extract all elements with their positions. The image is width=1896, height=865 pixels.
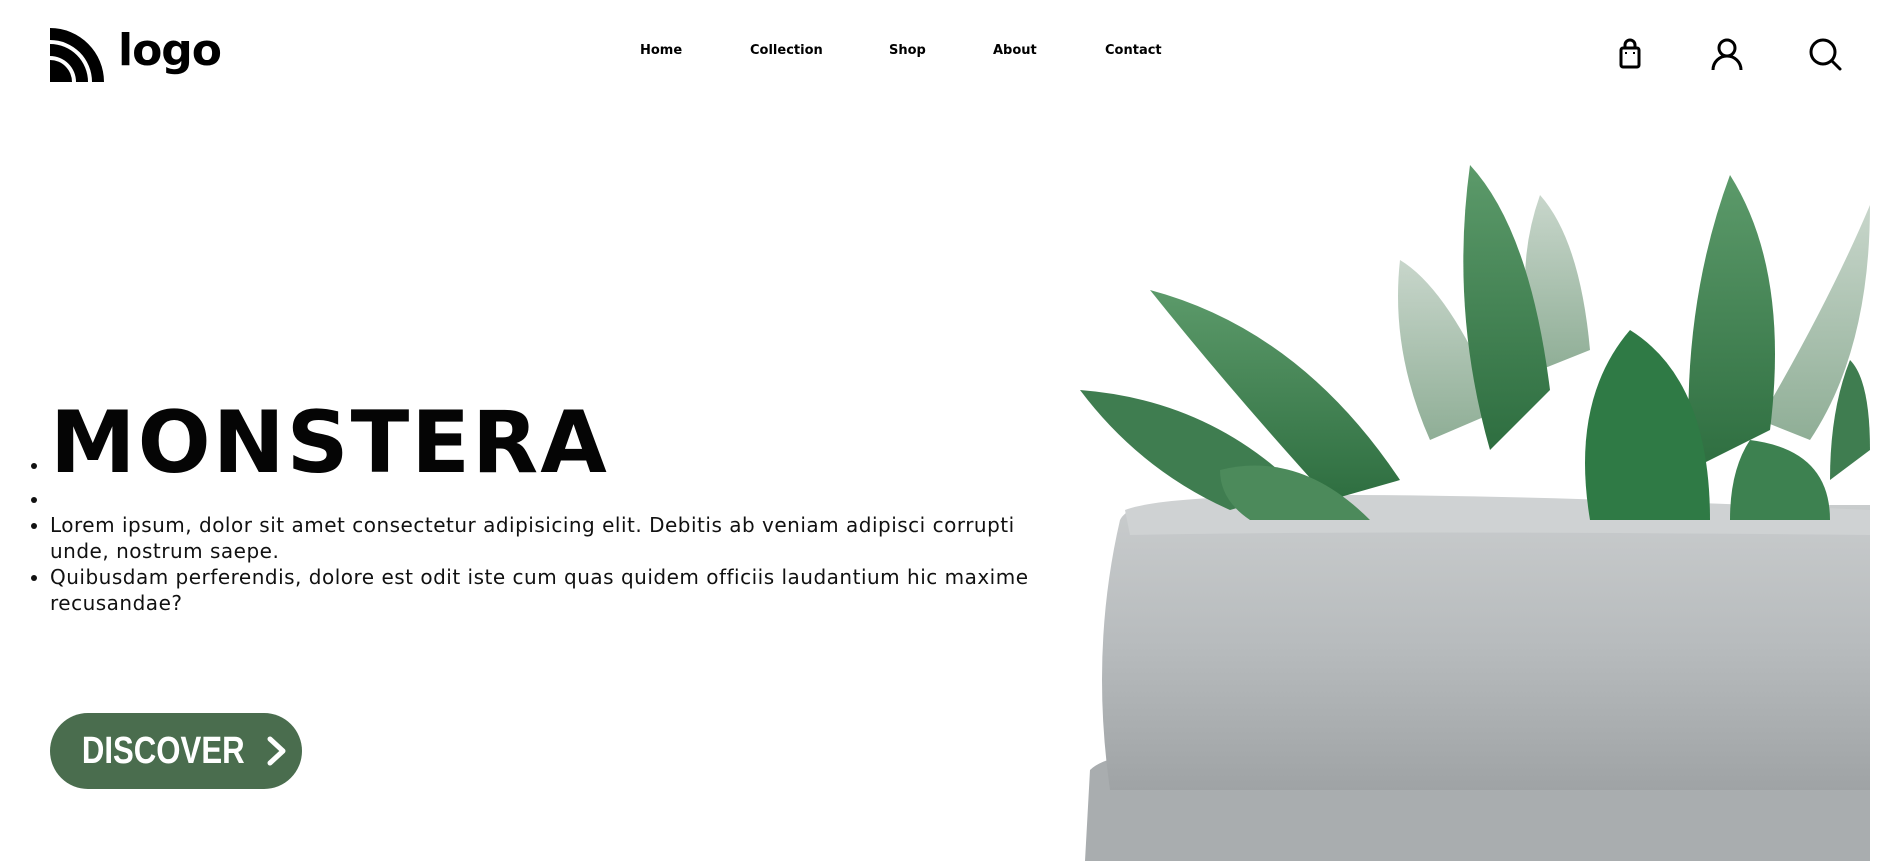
nav-home[interactable]: Home [640,43,682,58]
hero-paragraph-1: Lorem ipsum, dolor sit amet consectetur … [50,513,1015,563]
hero-list: MONSTERA Lorem ipsum, dolor sit amet con… [28,400,1048,616]
list-item: Quibusdam perferendis, dolore est odit i… [50,564,1048,616]
nav-collection[interactable]: Collection [750,43,823,58]
search-icon[interactable] [1807,36,1843,72]
discover-button-label: DISCOVER [81,729,245,772]
nav-shop[interactable]: Shop [889,43,926,58]
hero-paragraph-2: Quibusdam perferendis, dolore est odit i… [50,565,1029,615]
hero-section: MONSTERA Lorem ipsum, dolor sit amet con… [28,400,1048,616]
nav-about[interactable]: About [993,43,1037,58]
site-header: logo Home Collection Shop About Contact [0,0,1896,110]
discover-button[interactable]: DISCOVER [50,713,302,789]
succulent-plant-image [1070,150,1870,861]
shopping-bag-icon[interactable] [1612,36,1648,72]
page-title: MONSTERA [50,393,609,493]
list-item: Lorem ipsum, dolor sit amet consectetur … [50,512,1048,564]
nav-contact[interactable]: Contact [1105,43,1162,58]
list-item: MONSTERA [50,400,1048,486]
chevron-right-icon [267,736,286,766]
user-icon[interactable] [1709,36,1745,72]
